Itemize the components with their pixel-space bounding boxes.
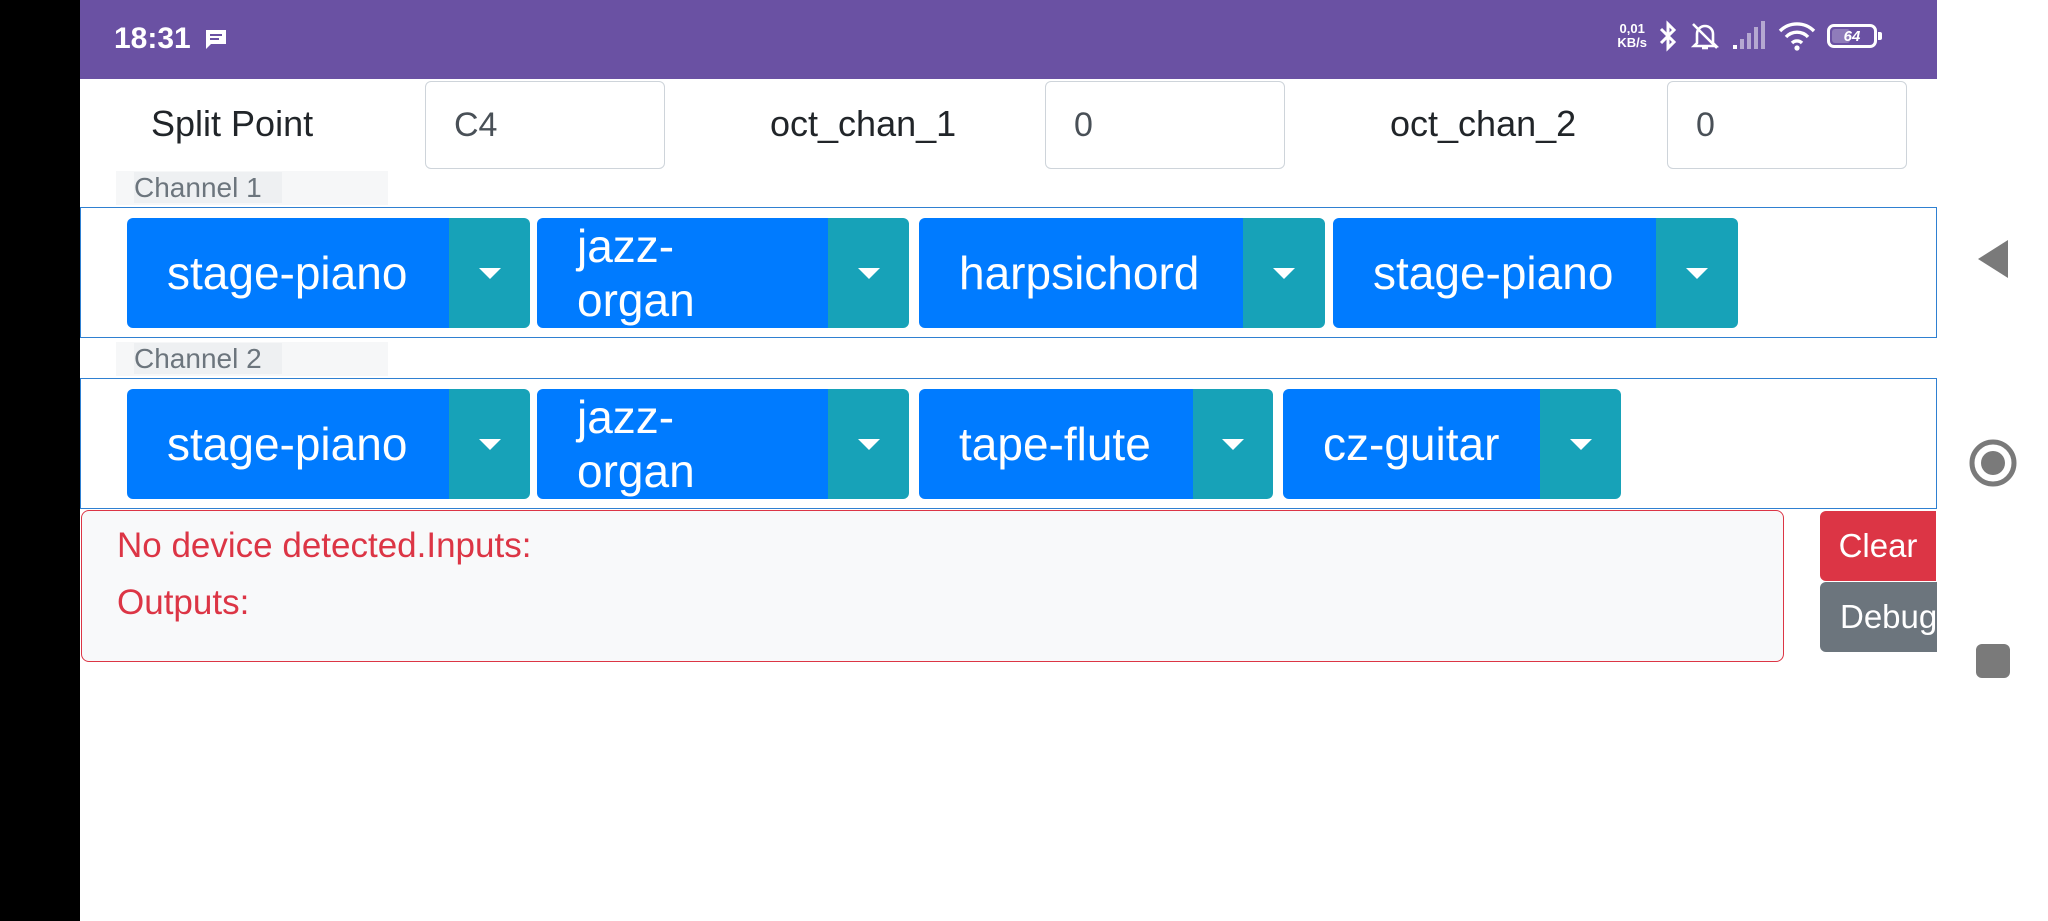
bluetooth-icon	[1659, 20, 1677, 52]
battery-icon: 64	[1827, 24, 1882, 48]
battery-level: 64	[1843, 27, 1861, 45]
instrument-label[interactable]: stage-piano	[127, 218, 449, 328]
instrument-label[interactable]: jazz-organ	[537, 218, 828, 328]
dropdown-toggle[interactable]	[1243, 218, 1325, 328]
caret-down-icon	[857, 438, 880, 450]
channel-2-instrument-4-dropdown[interactable]: cz-guitar	[1283, 389, 1621, 499]
device-log: No device detected.Inputs: Outputs:	[81, 510, 1784, 662]
channel-1-instrument-2-dropdown[interactable]: jazz-organ	[537, 218, 909, 328]
dropdown-toggle[interactable]	[449, 218, 530, 328]
instrument-label[interactable]: harpsichord	[919, 218, 1243, 328]
channel-2-instrument-3-dropdown[interactable]: tape-flute	[919, 389, 1273, 499]
instrument-label[interactable]: cz-guitar	[1283, 389, 1540, 499]
oct-chan-1-input[interactable]	[1045, 81, 1285, 169]
wifi-icon	[1778, 22, 1816, 51]
channel-1-label: Channel 1	[116, 171, 388, 205]
debug-button[interactable]: Debug	[1820, 582, 1937, 652]
channel-1-instrument-3-dropdown[interactable]: harpsichord	[919, 218, 1325, 328]
dropdown-toggle[interactable]	[1540, 389, 1621, 499]
status-bar: 18:31 0,01 KB/s 64	[80, 0, 1937, 79]
dropdown-toggle[interactable]	[1656, 218, 1738, 328]
mute-bell-icon	[1690, 23, 1720, 50]
instrument-label[interactable]: stage-piano	[127, 389, 449, 499]
channel-2-group: stage-piano jazz-organ tape-flute cz-gui…	[80, 378, 1937, 509]
caret-down-icon	[1686, 267, 1708, 279]
clear-button[interactable]: Clear	[1820, 511, 1936, 581]
channel-2-instrument-2-dropdown[interactable]: jazz-organ	[537, 389, 909, 499]
caret-down-icon	[1569, 438, 1592, 450]
dropdown-toggle[interactable]	[1193, 389, 1273, 499]
dropdown-toggle[interactable]	[828, 218, 909, 328]
recents-icon[interactable]	[1975, 643, 2011, 679]
dropdown-toggle[interactable]	[828, 389, 909, 499]
caret-down-icon	[1222, 438, 1244, 450]
message-icon	[206, 30, 226, 49]
channel-2-label: Channel 2	[116, 342, 388, 376]
oct-chan-1-label: oct_chan_1	[770, 103, 957, 144]
home-icon[interactable]	[1968, 438, 2018, 488]
oct-chan-2-input[interactable]	[1667, 81, 1907, 169]
oct-chan-2-label: oct_chan_2	[1390, 103, 1577, 144]
channel-2-instrument-1-dropdown[interactable]: stage-piano	[127, 389, 530, 499]
channel-1-group: stage-piano jazz-organ harpsichord stage…	[80, 207, 1937, 338]
log-line-1: No device detected.Inputs:	[117, 526, 532, 565]
instrument-label[interactable]: tape-flute	[919, 389, 1193, 499]
dropdown-toggle[interactable]	[449, 389, 530, 499]
caret-down-icon	[1273, 267, 1295, 279]
signal-icon	[1733, 21, 1765, 49]
log-line-2: Outputs:	[117, 583, 250, 622]
left-black-bar	[0, 0, 80, 921]
back-icon[interactable]	[1976, 238, 2010, 280]
channel-1-instrument-4-dropdown[interactable]: stage-piano	[1333, 218, 1738, 328]
net-speed: 0,01 KB/s	[1617, 21, 1647, 50]
caret-down-icon	[478, 267, 501, 279]
app-content: Split Point oct_chan_1 oct_chan_2 Channe…	[80, 79, 1937, 921]
instrument-label[interactable]: jazz-organ	[537, 389, 828, 499]
caret-down-icon	[478, 438, 501, 450]
instrument-label[interactable]: stage-piano	[1333, 218, 1656, 328]
split-point-input[interactable]	[425, 81, 665, 169]
split-point-label: Split Point	[151, 103, 314, 144]
status-time: 18:31	[114, 22, 191, 55]
caret-down-icon	[857, 267, 880, 279]
channel-1-instrument-1-dropdown[interactable]: stage-piano	[127, 218, 530, 328]
